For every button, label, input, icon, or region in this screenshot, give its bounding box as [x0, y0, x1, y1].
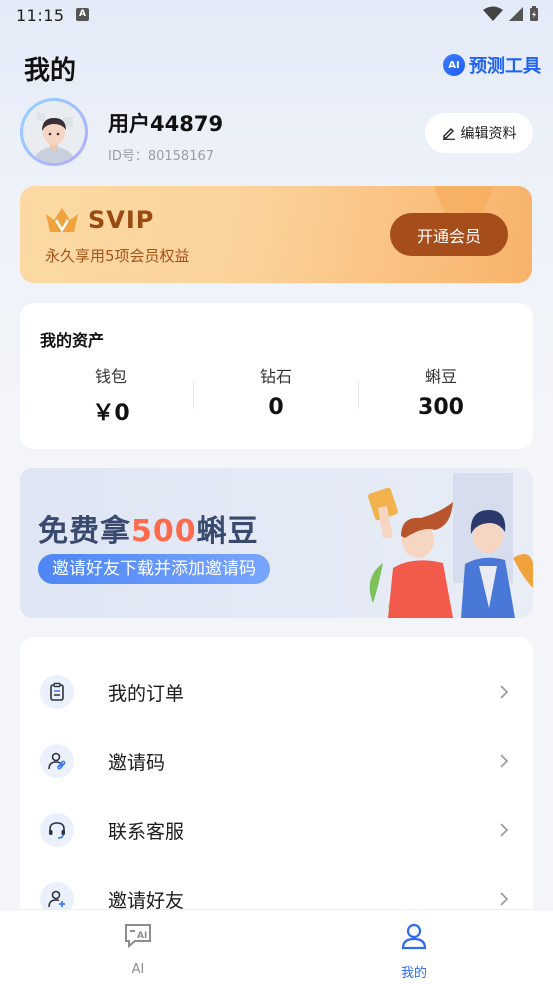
- menu-item-invite-code[interactable]: 邀请码: [20, 733, 533, 789]
- invite-illustration: [368, 473, 533, 618]
- ai-badge-icon: AI: [443, 54, 465, 76]
- invite-title-prefix: 免费拿: [38, 514, 131, 549]
- svip-subtitle: 永久享用5项会员权益: [45, 247, 190, 265]
- nav-label-ai: AI: [131, 962, 145, 977]
- chevron-right-icon: [500, 754, 509, 768]
- assets-title: 我的资产: [40, 331, 105, 350]
- asset-divider: [358, 381, 359, 409]
- chevron-right-icon: [500, 685, 509, 699]
- user-id: ID号：80158167: [108, 149, 215, 164]
- asset-label: 蝌豆: [424, 367, 457, 386]
- user-icon: [401, 923, 427, 950]
- signal-icon: [509, 7, 523, 21]
- bottom-nav: AI AI 我的: [0, 909, 553, 984]
- invite-title-suffix: 蝌豆: [196, 514, 259, 549]
- asset-wallet[interactable]: 钱包 ￥0: [31, 363, 191, 427]
- chevron-right-icon: [500, 823, 509, 837]
- menu-item-orders[interactable]: 我的订单: [20, 664, 533, 720]
- menu-card: 我的订单 邀请码 联系客服 邀请好友: [20, 637, 533, 937]
- menu-item-label: 我的订单: [108, 682, 185, 705]
- open-membership-button[interactable]: 开通会员: [390, 213, 508, 256]
- edit-profile-button[interactable]: 编辑资料: [425, 113, 533, 153]
- nav-item-ai[interactable]: AI AI: [38, 910, 238, 984]
- invite-title-highlight: 500: [131, 514, 197, 549]
- asset-label: 钻石: [259, 367, 292, 386]
- nav-item-mine[interactable]: 我的: [314, 910, 514, 984]
- asset-diamond[interactable]: 钻石 0: [196, 363, 356, 420]
- ai-chat-icon: AI: [125, 924, 151, 948]
- avatar-figure-icon: [34, 113, 74, 163]
- status-time: 11:15: [16, 6, 65, 25]
- page-title: 我的: [24, 56, 77, 86]
- menu-item-label: 邀请码: [108, 751, 166, 774]
- svip-title: SVIP: [88, 206, 155, 234]
- pencil-icon: [442, 128, 455, 140]
- assets-card: 我的资产 钱包 ￥0 钻石 0 蝌豆 300: [20, 303, 533, 449]
- menu-item-customer-service[interactable]: 联系客服: [20, 802, 533, 858]
- clipboard-icon: [40, 675, 74, 709]
- invite-title: 免费拿500蝌豆: [38, 506, 259, 550]
- asset-value: 300: [418, 395, 464, 420]
- asset-divider: [193, 381, 194, 409]
- headset-icon: [40, 813, 74, 847]
- wifi-icon: [483, 6, 503, 21]
- predict-tool-label: 预测工具: [469, 56, 541, 77]
- username: 用户44879: [108, 112, 224, 136]
- status-bar: 11:15 A: [0, 0, 553, 30]
- notification-icon: A: [76, 8, 89, 21]
- crown-icon: [46, 208, 78, 233]
- asset-value: 0: [268, 395, 284, 420]
- battery-icon: [530, 6, 538, 21]
- invite-banner[interactable]: 免费拿500蝌豆 邀请好友下载并添加邀请码: [20, 468, 533, 618]
- asset-bean[interactable]: 蝌豆 300: [361, 363, 521, 420]
- user-link-icon: [40, 744, 74, 778]
- asset-label: 钱包: [94, 367, 127, 386]
- avatar[interactable]: [20, 98, 88, 166]
- invite-subtitle-pill: 邀请好友下载并添加邀请码: [38, 554, 270, 584]
- svip-banner[interactable]: SVIP 永久享用5项会员权益 开通会员: [20, 186, 532, 283]
- edit-profile-label: 编辑资料: [460, 126, 517, 142]
- nav-label-mine: 我的: [400, 966, 427, 981]
- menu-item-label: 联系客服: [108, 820, 185, 843]
- predict-tool-button[interactable]: AI 预测工具: [443, 52, 541, 78]
- svg-text:AI: AI: [137, 931, 147, 941]
- svip-ribbon-decoration: [434, 186, 494, 216]
- chevron-right-icon: [500, 892, 509, 906]
- status-icons: [483, 6, 539, 22]
- asset-value: ￥0: [92, 401, 130, 426]
